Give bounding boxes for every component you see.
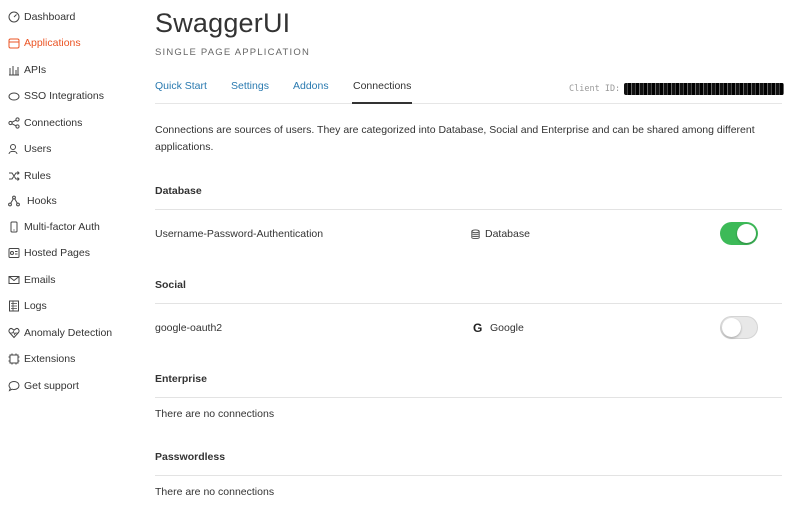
mfa-icon	[8, 221, 20, 233]
divider	[155, 303, 782, 304]
sidebar-item-label: Hosted Pages	[24, 247, 90, 259]
connections-icon	[8, 117, 20, 129]
sidebar-item-apis[interactable]: APIs	[8, 61, 46, 79]
rules-icon	[8, 170, 20, 182]
dashboard-icon	[8, 11, 20, 23]
sidebar-item-multi-factor-auth[interactable]: Multi-factor Auth	[8, 218, 100, 236]
sidebar-item-get-support[interactable]: Get support	[8, 377, 79, 395]
page-title: SwaggerUI	[155, 8, 291, 38]
section-title-passwordless: Passwordless	[155, 451, 226, 463]
sidebar-item-label: Users	[24, 143, 52, 155]
sidebar-item-applications[interactable]: Applications	[8, 34, 81, 52]
sidebar-item-emails[interactable]: Emails	[8, 271, 56, 289]
toggle-knob	[722, 318, 741, 337]
active-tab-indicator	[352, 102, 412, 104]
hosted-pages-icon	[8, 247, 20, 259]
tab-quick-start[interactable]: Quick Start	[155, 80, 207, 104]
google-connection-toggle[interactable]	[720, 316, 758, 339]
tab-settings[interactable]: Settings	[231, 80, 269, 104]
sidebar-item-label: Logs	[24, 300, 47, 312]
sidebar-item-label: Rules	[24, 170, 51, 182]
sidebar-item-connections[interactable]: Connections	[8, 114, 82, 132]
divider	[155, 475, 782, 476]
connection-name: Username-Password-Authentication	[155, 228, 324, 240]
tab-addons[interactable]: Addons	[293, 80, 329, 104]
empty-connections-text: There are no connections	[155, 486, 275, 498]
empty-connections-text: There are no connections	[155, 408, 275, 420]
sidebar-item-anomaly-detection[interactable]: Anomaly Detection	[8, 324, 112, 342]
divider	[155, 209, 782, 210]
sidebar-item-label: Anomaly Detection	[24, 327, 113, 339]
sidebar-item-sso-integrations[interactable]: SSO Integrations	[8, 87, 104, 105]
connection-type: Database	[470, 228, 530, 240]
users-icon	[8, 143, 20, 155]
client-id-label: Client ID:	[569, 84, 621, 94]
sidebar-item-users[interactable]: Users	[8, 140, 51, 158]
sidebar-item-label: Hooks	[27, 195, 57, 207]
sidebar-item-extensions[interactable]: Extensions	[8, 350, 75, 368]
sidebar-item-label: APIs	[24, 64, 47, 76]
google-icon: G	[473, 320, 483, 335]
divider	[155, 397, 782, 398]
sso-icon	[8, 90, 20, 102]
apis-icon	[8, 64, 20, 76]
sidebar-item-label: Get support	[24, 380, 79, 392]
sidebar-item-label: Applications	[24, 37, 81, 49]
emails-icon	[8, 274, 20, 286]
connection-type-label: Google	[490, 322, 524, 334]
connections-description: Connections are sources of users. They a…	[155, 124, 755, 153]
sidebar-item-label: Emails	[24, 274, 56, 286]
connection-type-label: Database	[485, 228, 530, 240]
sidebar-item-hosted-pages[interactable]: Hosted Pages	[8, 244, 90, 262]
app-type-label: SINGLE PAGE APPLICATION	[155, 47, 311, 58]
sidebar-item-rules[interactable]: Rules	[8, 167, 51, 185]
sidebar-item-label: Extensions	[24, 353, 76, 365]
sidebar-item-label: SSO Integrations	[24, 90, 104, 102]
extensions-icon	[8, 353, 20, 365]
section-title-database: Database	[155, 185, 202, 197]
anomaly-icon	[8, 327, 20, 339]
database-connection-toggle[interactable]	[720, 222, 758, 245]
database-icon	[470, 228, 481, 240]
sidebar-item-logs[interactable]: Logs	[8, 297, 47, 315]
client-id: Client ID:	[569, 83, 785, 95]
hooks-icon	[8, 195, 20, 207]
connection-type: G Google	[473, 320, 524, 335]
sidebar-item-label: Connections	[24, 117, 83, 129]
sidebar-item-label: Dashboard	[24, 11, 76, 23]
section-title-social: Social	[155, 279, 186, 291]
connection-name: google-oauth2	[155, 322, 223, 334]
sidebar-item-label: Multi-factor Auth	[24, 221, 100, 233]
sidebar-item-dashboard[interactable]: Dashboard	[8, 8, 75, 26]
support-icon	[8, 380, 20, 392]
tabs-divider	[155, 103, 782, 104]
logs-icon	[8, 300, 20, 312]
tab-connections[interactable]: Connections	[353, 80, 411, 104]
sidebar-item-hooks[interactable]: Hooks	[8, 192, 57, 210]
section-title-enterprise: Enterprise	[155, 373, 207, 385]
applications-icon	[8, 37, 20, 49]
toggle-knob	[737, 224, 756, 243]
client-id-redacted-value	[624, 83, 785, 95]
